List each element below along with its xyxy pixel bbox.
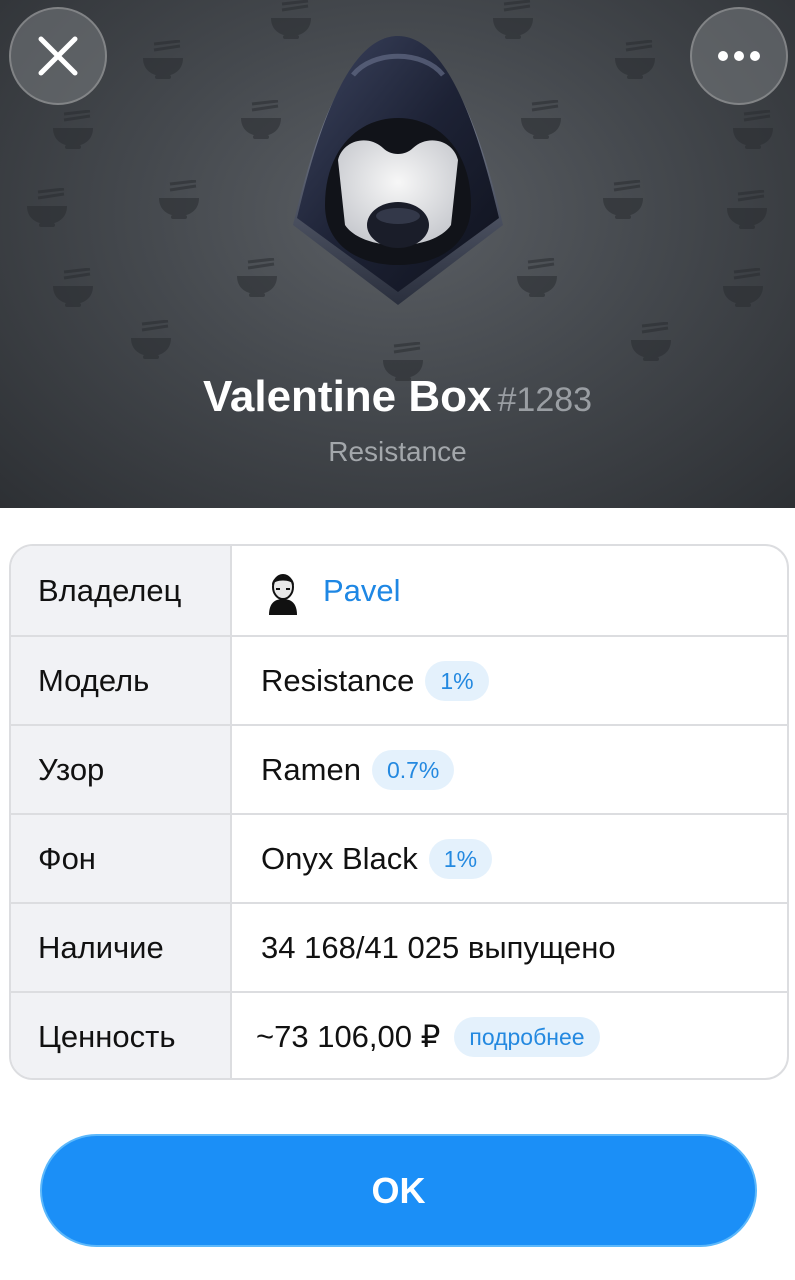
value-row: Ценность ~73 106,00 ₽ подробнее bbox=[11, 991, 787, 1078]
owner-row: Владелец Pavel bbox=[11, 546, 787, 635]
gift-details-table: Владелец Pavel Модель Resistance 1% Узор… bbox=[9, 544, 789, 1080]
model-row: Модель Resistance 1% bbox=[11, 635, 787, 724]
avatar[interactable] bbox=[261, 566, 305, 615]
backdrop-value: Onyx Black bbox=[261, 840, 418, 876]
model-value: Resistance bbox=[261, 662, 415, 698]
ramen-bowl-icon bbox=[723, 268, 763, 307]
gift-subtitle: Resistance bbox=[328, 436, 467, 467]
backdrop-value-cell: Onyx Black 1% bbox=[232, 815, 787, 902]
ramen-bowl-icon bbox=[241, 100, 281, 139]
availability-label: Наличие bbox=[11, 904, 232, 991]
model-label: Модель bbox=[11, 637, 232, 724]
price-value: ~73 106,00 ₽ bbox=[256, 1018, 441, 1054]
pattern-row: Узор Ramen 0.7% bbox=[11, 724, 787, 813]
more-dots-icon bbox=[718, 51, 760, 61]
pattern-rarity-badge: 0.7% bbox=[371, 749, 455, 790]
value-label: Ценность bbox=[11, 993, 232, 1078]
ok-button[interactable]: OK bbox=[40, 1134, 757, 1247]
value-value-cell: ~73 106,00 ₽ подробнее bbox=[232, 993, 787, 1078]
gift-title: Valentine Box #1283 bbox=[0, 372, 795, 422]
more-options-button[interactable] bbox=[690, 7, 788, 105]
ramen-bowl-icon bbox=[517, 258, 557, 297]
ramen-bowl-icon bbox=[521, 100, 561, 139]
owner-label: Владелец bbox=[11, 546, 232, 635]
pattern-label: Узор bbox=[11, 726, 232, 813]
details-button[interactable]: подробнее bbox=[454, 1016, 600, 1057]
gift-number: #1283 bbox=[497, 381, 593, 419]
model-value-cell: Resistance 1% bbox=[232, 637, 787, 724]
owner-link[interactable]: Pavel bbox=[323, 573, 401, 609]
backdrop-rarity-badge: 1% bbox=[428, 838, 493, 879]
availability-value: 34 168/41 025 выпущено bbox=[261, 929, 616, 965]
ramen-bowl-icon bbox=[631, 322, 671, 361]
ramen-bowl-icon bbox=[143, 40, 183, 79]
close-icon bbox=[38, 36, 78, 76]
ramen-bowl-icon bbox=[615, 40, 655, 79]
ramen-bowl-icon bbox=[53, 110, 93, 149]
ramen-bowl-icon bbox=[237, 258, 277, 297]
gift-name: Valentine Box bbox=[202, 372, 492, 421]
availability-row: Наличие 34 168/41 025 выпущено bbox=[11, 902, 787, 991]
ramen-bowl-icon bbox=[159, 180, 199, 219]
ramen-bowl-icon bbox=[733, 110, 773, 149]
hooded-figure-icon bbox=[293, 36, 503, 305]
ramen-bowl-icon bbox=[27, 188, 67, 227]
pattern-value: Ramen bbox=[261, 751, 361, 787]
ramen-bowl-icon bbox=[727, 190, 767, 229]
owner-value[interactable]: Pavel bbox=[232, 546, 787, 635]
backdrop-row: Фон Onyx Black 1% bbox=[11, 813, 787, 902]
backdrop-label: Фон bbox=[11, 815, 232, 902]
gift-header: Valentine Box #1283 Resistance bbox=[0, 0, 795, 508]
pattern-value-cell: Ramen 0.7% bbox=[232, 726, 787, 813]
close-button[interactable] bbox=[9, 7, 107, 105]
model-rarity-badge: 1% bbox=[425, 660, 489, 701]
ramen-bowl-icon bbox=[53, 268, 93, 307]
ramen-bowl-icon bbox=[603, 180, 643, 219]
ramen-bowl-icon bbox=[131, 320, 171, 359]
